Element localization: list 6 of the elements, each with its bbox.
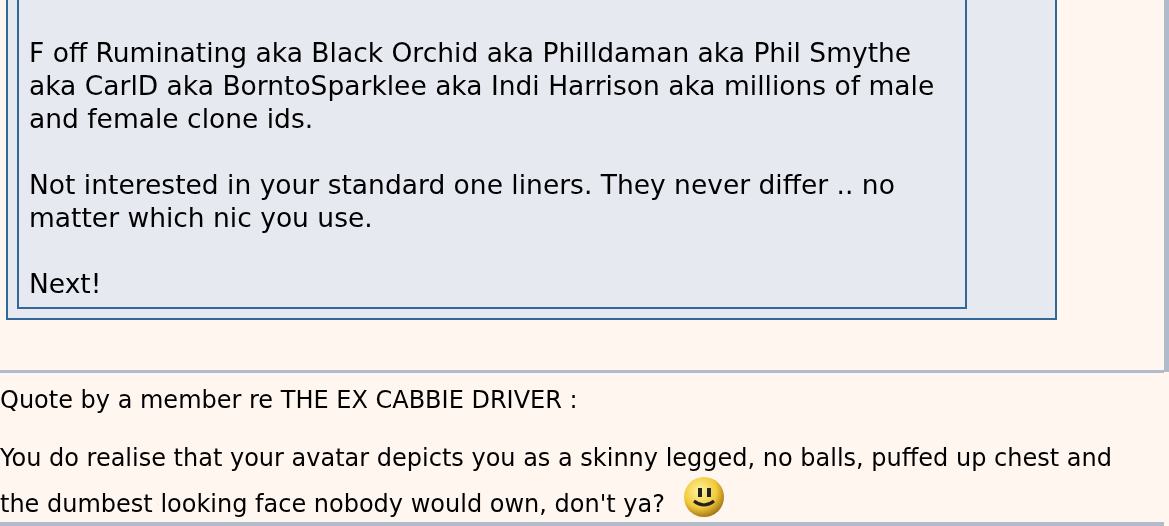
quote-paragraph: F off Ruminating aka Black Orchid aka Philldaman aka Phil Smythe aka CarlD aka BorntoSparklee aka Indi Harrison aka millions of male and female clone ids. bbox=[29, 36, 935, 135]
post-heading: Quote by a member re THE EX CABBIE DRIVER : bbox=[0, 385, 578, 416]
post-text-line: the dumbest looking face nobody would own, don't ya? bbox=[0, 489, 665, 520]
post-text-line: You do realise that your avatar depicts you as a skinny legged, no balls, puffed up chest and bbox=[0, 443, 1112, 474]
quote-paragraph: Next! bbox=[29, 267, 102, 300]
quote-paragraph: Not interested in your standard one liners. They never differ .. no matter which nic you use. bbox=[29, 168, 895, 234]
